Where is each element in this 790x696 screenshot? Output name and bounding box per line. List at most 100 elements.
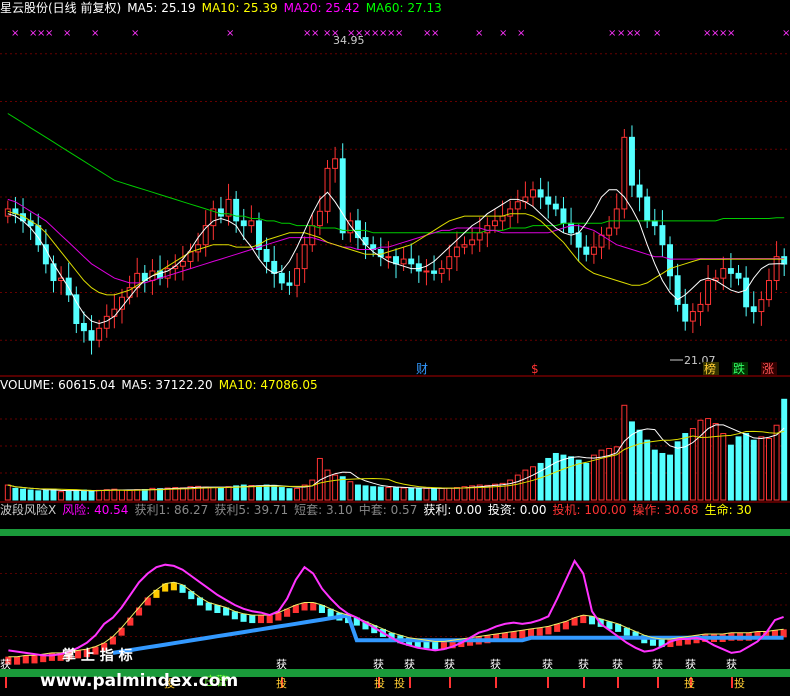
indicator-top-band <box>0 529 790 536</box>
volume-bar <box>141 489 148 501</box>
operation-bar <box>275 612 282 621</box>
volume-bar <box>514 474 521 501</box>
watermark-cn: 掌 上 指 标 <box>62 647 133 664</box>
badge-bang[interactable]: 榜 <box>704 361 716 376</box>
volume-bar <box>590 454 597 501</box>
volume-bar <box>552 452 559 501</box>
candle-body <box>294 268 301 286</box>
volume-bar <box>674 441 681 501</box>
marker-x: × <box>653 28 661 39</box>
volume-bar <box>65 490 72 501</box>
duantao-value: 短套: 3.10 <box>294 503 353 517</box>
volume-bar <box>179 487 186 501</box>
candle-body <box>606 227 613 236</box>
volume-bar <box>667 454 673 501</box>
volume-bar <box>347 481 354 501</box>
candle-body <box>233 198 240 222</box>
volume-bar <box>423 487 430 501</box>
candle-body <box>613 208 620 229</box>
badge-zhang[interactable]: 涨 <box>762 361 774 376</box>
marker-x: × <box>782 28 790 39</box>
chart-canvas[interactable]: × × × × × × × × × × × × × × × × × × × × × × × × × × ×× × × × × × ×获获获获获获… <box>0 0 790 692</box>
candle-body <box>469 239 476 246</box>
candle-body <box>4 208 11 217</box>
volume-bar <box>126 489 133 501</box>
candle-body <box>453 246 460 258</box>
volume-bar <box>210 487 217 501</box>
operation-bar <box>22 655 29 664</box>
operation-bar <box>14 656 21 665</box>
candle-body <box>438 268 445 274</box>
operation-bar <box>562 621 569 630</box>
candle-body <box>781 256 788 265</box>
badge-cai[interactable]: 财 <box>416 362 428 376</box>
badge-die[interactable]: 跌 <box>733 361 745 376</box>
marker-x: × <box>395 28 403 39</box>
candle-body <box>476 232 483 241</box>
marker-x: × <box>475 28 483 39</box>
ma60-line <box>7 113 785 234</box>
candle-body <box>636 184 643 198</box>
candle-body <box>217 208 224 217</box>
candle-body <box>735 272 742 279</box>
volume-bar <box>134 489 141 501</box>
volume-bar <box>765 438 772 501</box>
indicator-header: 波段风险X 风险: 40.54 获利1: 86.27 获利5: 39.71 短套: 3.… <box>0 503 758 517</box>
marker-x: × <box>11 28 19 39</box>
volume-bar <box>225 486 232 501</box>
operation-bar <box>170 582 177 591</box>
signal-tou: 投 <box>276 676 287 690</box>
volume-bar <box>88 490 95 501</box>
marker-x: × <box>91 28 99 39</box>
shengming-value: 生命: 30 <box>704 503 752 517</box>
volume-bar <box>286 488 293 501</box>
badge-s[interactable]: $ <box>531 362 539 376</box>
volume-bar <box>271 484 278 501</box>
candle-body <box>446 256 453 270</box>
operation-bar <box>249 615 256 624</box>
volume-bar <box>50 488 57 501</box>
operation-bar <box>214 605 221 613</box>
signal-tou: 投 <box>684 676 695 690</box>
volume-bar <box>393 487 399 501</box>
stock-chart-window[interactable]: × × × × × × × × × × × × × × × × × × × × × × × × × × × × × × × × × × 获获获获获获… <box>0 0 790 692</box>
volume-bar <box>362 485 369 501</box>
volume-bar <box>689 428 696 501</box>
candle-body <box>80 322 87 332</box>
candle-body <box>103 315 110 329</box>
candle-body <box>507 208 514 217</box>
marker-x: × <box>608 28 616 39</box>
candle-body <box>545 196 552 205</box>
annotation-marks: × × × × × × × × × × × × × × × × × × × × × × × × × × ×× × × × × × ×获获获获获获… <box>0 28 790 690</box>
marker-x: × <box>226 28 234 39</box>
candle-body <box>431 270 438 274</box>
volume-bar <box>42 489 49 501</box>
volume-bar <box>522 469 529 501</box>
candle-body <box>96 327 103 341</box>
candle-body <box>644 196 651 222</box>
caozuo-value: 操作: 30.68 <box>632 503 699 517</box>
candle-body <box>65 277 72 296</box>
candle-body <box>514 201 521 210</box>
huoli-value: 获利: 0.00 <box>423 503 482 517</box>
operation-bar <box>127 617 134 626</box>
volume-bar <box>263 484 270 501</box>
volume-bar <box>720 433 727 501</box>
operation-bar <box>118 627 125 636</box>
stock-title[interactable]: 星云股份(日线 前复权) <box>0 1 121 15</box>
volume-bar <box>157 488 164 501</box>
candle-body <box>720 268 727 279</box>
volume-bar <box>4 484 11 501</box>
ma20-value: MA20: 25.42 <box>283 1 360 15</box>
operation-bar <box>205 602 212 611</box>
volume-bar <box>217 487 224 501</box>
candle-body <box>316 210 323 227</box>
volume-bar <box>96 489 103 501</box>
volume-bar <box>324 469 331 501</box>
candle-body <box>773 256 780 282</box>
indicator-name[interactable]: 波段风险X <box>0 503 56 517</box>
marker-x: × <box>633 28 641 39</box>
candle-body <box>179 260 186 267</box>
signal-tou: 投 <box>374 676 385 690</box>
candle-body <box>263 249 270 262</box>
